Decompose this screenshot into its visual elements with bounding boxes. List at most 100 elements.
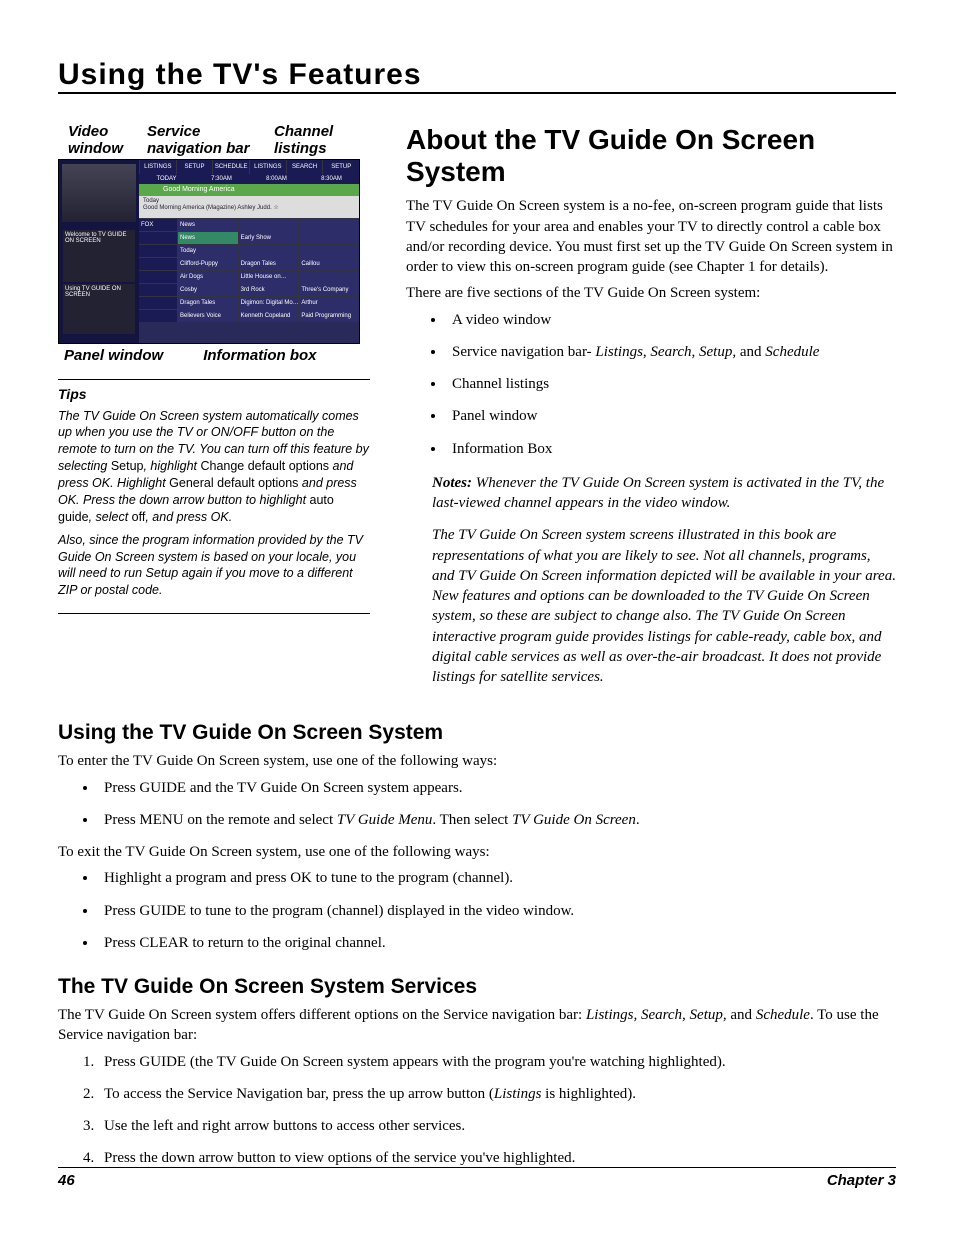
sections-list: A video window Service navigation bar- L… [406,310,896,459]
using-heading: Using the TV Guide On Screen System [58,721,896,745]
text: TV Guide On Screen [512,812,636,828]
text: Listings, Search, Setup, [595,344,736,360]
diagram-nav-item: SETUP [322,160,359,174]
diagram-ch [139,297,177,309]
diagram-nav-item: SEARCH [286,160,323,174]
diagram-cell: Digimon: Digital Mo… [238,297,299,309]
callout-service-nav: Service navigation bar [147,124,274,157]
notes-block: Notes: Whenever the TV Guide On Screen s… [432,473,896,688]
list-item: To access the Service Navigation bar, pr… [98,1084,896,1104]
diagram-ch [139,310,177,322]
services-steps: Press GUIDE (the TV Guide On Screen syst… [58,1052,896,1169]
list-item: Press MENU on the remote and select TV G… [98,810,896,830]
list-item: Press GUIDE to tune to the program (chan… [98,901,896,921]
diagram-nav-item: SCHEDULE [212,160,249,174]
sections-lead: There are five sections of the TV Guide … [406,283,896,303]
services-heading: The TV Guide On Screen System Services [58,975,896,999]
diagram-nav-bar: LISTINGS SETUP SCHEDULE LISTINGS SEARCH … [139,160,359,174]
diagram-time-cell: 8:00AM [249,174,304,184]
services-lead: The TV Guide On Screen system offers dif… [58,1005,896,1046]
diagram-cell: Air Dogs [177,271,238,283]
diagram-grid: FOXNews NewsEarly Show Today Clifford-Pu… [139,218,359,343]
diagram-time-cell: TODAY [139,174,194,184]
text: and [727,1007,756,1023]
diagram-top-callouts: Video window Service navigation bar Chan… [58,124,370,159]
text: Listings, Search, Setup, [586,1007,727,1023]
text: Service navigation bar- [452,344,595,360]
tips-para-1: The TV Guide On Screen system automatica… [58,408,370,526]
page-footer: 46 Chapter 3 [58,1167,896,1189]
main-heading: About the TV Guide On Screen System [406,124,896,188]
diagram-cell [298,271,359,283]
using-exit-lead: To exit the TV Guide On Screen system, u… [58,842,896,862]
callout-panel-window: Panel window [64,348,163,365]
diagram-ch [139,245,177,257]
diagram-time-row: TODAY 7:30AM 8:00AM 8:30AM [139,174,359,184]
diagram-cell: Caillou [298,258,359,270]
diagram-nav-item: SETUP [176,160,213,174]
diagram-cell [238,245,299,257]
tv-guide-diagram: Welcome to TV GUIDE ON SCREEN Using TV G… [58,159,360,344]
diagram-cell: Kenneth Copeland [238,310,299,322]
callout-video-window: Video window [68,124,147,157]
diagram-cell: Little House on… [238,271,299,283]
tips-text: , and press OK. [145,510,232,524]
chapter-title: Using the TV's Features [58,58,896,94]
text: and [736,344,765,360]
diagram-info-line2: Good Morning America (Magazine) Ashley J… [143,205,355,212]
page-number: 46 [58,1172,75,1189]
list-item: Use the left and right arrow buttons to … [98,1116,896,1136]
diagram-promo-2: Using TV GUIDE ON SCREEN [63,284,135,334]
diagram-cell [298,219,359,231]
text: . [636,812,640,828]
diagram-cell: Today [177,245,238,257]
callout-info-box: Information box [203,348,316,365]
list-item: Press CLEAR to return to the original ch… [98,933,896,953]
intro-paragraph: The TV Guide On Screen system is a no-fe… [406,196,896,277]
diagram-cell: News [177,219,238,231]
text: Schedule [765,344,819,360]
list-item: Press the down arrow button to view opti… [98,1148,896,1168]
text: Schedule [756,1007,810,1023]
diagram-nav-item: LISTINGS [249,160,286,174]
diagram-nav-item: LISTINGS [139,160,176,174]
text: . Then select [432,812,512,828]
diagram-ch: FOX [139,219,177,231]
using-enter-list: Press GUIDE and the TV Guide On Screen s… [58,778,896,831]
diagram-ch [139,271,177,283]
notes-lead: Notes: [432,475,472,491]
diagram-cell [298,232,359,244]
text: is highlighted). [541,1086,636,1102]
diagram-time-cell: 8:30AM [304,174,359,184]
list-item: Press GUIDE (the TV Guide On Screen syst… [98,1052,896,1072]
tips-text: Setup [111,459,144,473]
diagram-cell: Paid Programming [298,310,359,322]
list-item: Information Box [446,439,896,459]
diagram-cell: Dragon Tales [238,258,299,270]
diagram-cell: 3rd Rock [238,284,299,296]
callout-channel-listings: Channel listings [274,124,366,157]
diagram-video-window [62,164,136,222]
chapter-label: Chapter 3 [827,1172,896,1189]
diagram-cell: Early Show [238,232,299,244]
list-item: Press GUIDE and the TV Guide On Screen s… [98,778,896,798]
diagram-cell [298,245,359,257]
notes-text-2: The TV Guide On Screen system screens il… [432,525,896,687]
diagram-cell: Arthur [298,297,359,309]
diagram-promo-1: Welcome to TV GUIDE ON SCREEN [63,230,135,282]
list-item: Service navigation bar- Listings, Search… [446,342,896,362]
diagram-cell: Believers Voice [177,310,238,322]
text: To access the Service Navigation bar, pr… [104,1086,494,1102]
diagram-cell: Three's Company [298,284,359,296]
using-enter-lead: To enter the TV Guide On Screen system, … [58,751,896,771]
tips-text: off [132,510,146,524]
diagram-time-cell: 7:30AM [194,174,249,184]
list-item: A video window [446,310,896,330]
using-exit-list: Highlight a program and press OK to tune… [58,868,896,953]
tips-text: , select [89,510,132,524]
text: TV Guide Menu [337,812,433,828]
tips-text: , highlight [143,459,200,473]
tips-text: General default options [169,476,298,490]
diagram-ch [139,258,177,270]
notes-text: Whenever the TV Guide On Screen system i… [432,475,884,511]
